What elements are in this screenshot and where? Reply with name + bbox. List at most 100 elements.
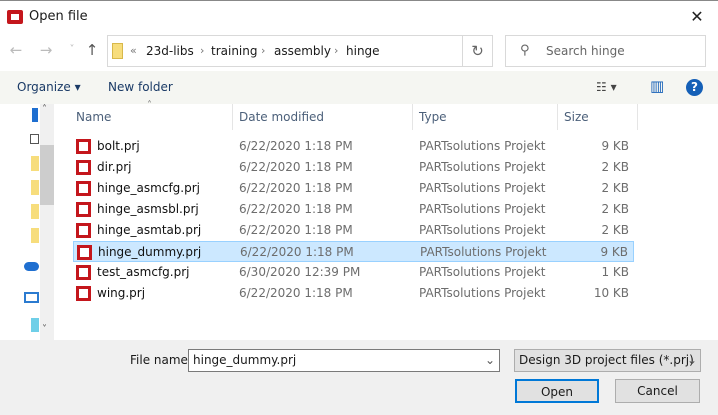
file-date: 6/22/2020 1:18 PM bbox=[239, 160, 353, 174]
footer: File name: hinge_dummy.prj ⌄ Design 3D p… bbox=[0, 340, 718, 415]
chevron-down-icon[interactable]: ⌄ bbox=[485, 353, 495, 367]
file-size: 2 KB bbox=[601, 223, 629, 237]
scrollbar-thumb[interactable] bbox=[40, 145, 54, 205]
folder-icon[interactable] bbox=[31, 156, 39, 171]
toolbar: Organize ▾ New folder ☷ ▾ ▥ ? bbox=[0, 71, 718, 104]
file-type-value: Design 3D project files (*.prj) bbox=[519, 353, 694, 367]
file-name-input[interactable]: hinge_dummy.prj ⌄ bbox=[188, 349, 500, 372]
onedrive-icon[interactable] bbox=[24, 262, 39, 271]
close-button[interactable]: ✕ bbox=[682, 5, 712, 29]
search-placeholder: Search hinge bbox=[546, 44, 625, 58]
file-name: hinge_asmsbl.prj bbox=[97, 202, 199, 216]
file-type: PARTsolutions Projekt bbox=[420, 245, 547, 259]
file-row[interactable]: wing.prj 6/22/2020 1:18 PM PARTsolutions… bbox=[73, 283, 634, 304]
file-size: 10 KB bbox=[593, 286, 629, 300]
file-date: 6/22/2020 1:18 PM bbox=[240, 245, 354, 259]
file-size: 9 KB bbox=[600, 245, 628, 259]
scroll-up-icon[interactable]: ˄ bbox=[42, 104, 47, 115]
recent-locations-button[interactable]: ˅ bbox=[62, 40, 82, 60]
column-divider[interactable] bbox=[412, 104, 413, 130]
prj-file-icon bbox=[76, 286, 91, 301]
file-date: 6/22/2020 1:18 PM bbox=[239, 139, 353, 153]
column-header-type[interactable]: Type bbox=[419, 110, 447, 124]
breadcrumb-separator[interactable]: › bbox=[200, 44, 204, 57]
file-name: hinge_asmcfg.prj bbox=[97, 181, 200, 195]
file-date: 6/22/2020 1:18 PM bbox=[239, 181, 353, 195]
file-row[interactable]: hinge_asmcfg.prj 6/22/2020 1:18 PM PARTs… bbox=[73, 178, 634, 199]
file-row[interactable]: test_asmcfg.prj 6/30/2020 12:39 PM PARTs… bbox=[73, 262, 634, 283]
prj-file-icon bbox=[76, 202, 91, 217]
help-button[interactable]: ? bbox=[686, 79, 703, 96]
file-name: test_asmcfg.prj bbox=[97, 265, 190, 279]
file-name: wing.prj bbox=[97, 286, 146, 300]
prj-file-icon bbox=[76, 223, 91, 238]
column-divider[interactable] bbox=[232, 104, 233, 130]
forward-button[interactable]: → bbox=[36, 40, 56, 60]
column-header-name[interactable]: Name bbox=[76, 110, 111, 124]
file-size: 9 KB bbox=[601, 139, 629, 153]
file-date: 6/22/2020 1:18 PM bbox=[239, 223, 353, 237]
address-bar[interactable]: « 23d-libs › training › assembly › hinge bbox=[107, 35, 463, 67]
column-divider[interactable] bbox=[557, 104, 558, 130]
file-name: hinge_dummy.prj bbox=[98, 245, 202, 259]
file-row[interactable]: hinge_dummy.prj 6/22/2020 1:18 PM PARTso… bbox=[73, 241, 634, 262]
breadcrumb-separator[interactable]: › bbox=[334, 44, 338, 57]
file-type: PARTsolutions Projekt bbox=[419, 139, 546, 153]
refresh-button[interactable]: ↻ bbox=[463, 35, 493, 67]
quick-access-icon[interactable] bbox=[32, 108, 38, 122]
file-type: PARTsolutions Projekt bbox=[419, 202, 546, 216]
this-pc-icon[interactable] bbox=[24, 292, 39, 303]
cancel-button[interactable]: Cancel bbox=[615, 379, 700, 403]
prj-file-icon bbox=[76, 139, 91, 154]
column-header-date[interactable]: Date modified bbox=[239, 110, 324, 124]
breadcrumb-hinge[interactable]: hinge bbox=[346, 44, 380, 58]
view-options-button[interactable]: ☷ ▾ bbox=[596, 80, 617, 94]
file-size: 2 KB bbox=[601, 202, 629, 216]
chevron-down-icon: ⌄ bbox=[687, 353, 698, 367]
picture-icon[interactable] bbox=[30, 134, 39, 144]
file-type: PARTsolutions Projekt bbox=[419, 181, 546, 195]
scroll-down-icon[interactable]: ˅ bbox=[42, 324, 47, 335]
search-input[interactable]: ⚲ Search hinge bbox=[505, 35, 706, 67]
file-row[interactable]: hinge_asmsbl.prj 6/22/2020 1:18 PM PARTs… bbox=[73, 199, 634, 220]
folder-icon bbox=[112, 43, 123, 59]
file-type: PARTsolutions Projekt bbox=[419, 265, 546, 279]
breadcrumb-training[interactable]: training bbox=[211, 44, 258, 58]
file-size: 2 KB bbox=[601, 160, 629, 174]
organize-button[interactable]: Organize ▾ bbox=[17, 80, 81, 94]
file-list: ˄ Name Date modified Type Size bolt.prj … bbox=[55, 100, 718, 340]
file-row[interactable]: dir.prj 6/22/2020 1:18 PM PARTsolutions … bbox=[73, 157, 634, 178]
file-date: 6/30/2020 12:39 PM bbox=[239, 265, 361, 279]
prj-file-icon bbox=[76, 265, 91, 280]
prj-file-icon bbox=[76, 181, 91, 196]
column-header-size[interactable]: Size bbox=[564, 110, 589, 124]
sort-ascending-icon: ˄ bbox=[147, 100, 152, 111]
preview-pane-button[interactable]: ▥ bbox=[650, 77, 664, 95]
file-name: dir.prj bbox=[97, 160, 132, 174]
breadcrumb-overflow[interactable]: « bbox=[130, 44, 137, 57]
navigation-scrollbar[interactable]: ˄ ˅ bbox=[40, 104, 54, 340]
folder-icon[interactable] bbox=[31, 228, 39, 243]
file-row[interactable]: bolt.prj 6/22/2020 1:18 PM PARTsolutions… bbox=[73, 136, 634, 157]
open-button[interactable]: Open bbox=[515, 379, 599, 403]
breadcrumb-separator[interactable]: › bbox=[261, 44, 265, 57]
file-name-value: hinge_dummy.prj bbox=[193, 353, 297, 367]
file-row[interactable]: hinge_asmtab.prj 6/22/2020 1:18 PM PARTs… bbox=[73, 220, 634, 241]
app-icon bbox=[7, 10, 23, 24]
breadcrumb-assembly[interactable]: assembly bbox=[274, 44, 331, 58]
file-type-select[interactable]: Design 3D project files (*.prj) ⌄ bbox=[514, 349, 701, 372]
file-type: PARTsolutions Projekt bbox=[419, 223, 546, 237]
search-icon: ⚲ bbox=[520, 43, 530, 58]
back-button[interactable]: ← bbox=[6, 40, 26, 60]
file-type: PARTsolutions Projekt bbox=[419, 160, 546, 174]
column-divider[interactable] bbox=[637, 104, 638, 130]
network-icon[interactable] bbox=[31, 318, 39, 332]
file-type: PARTsolutions Projekt bbox=[419, 286, 546, 300]
folder-icon[interactable] bbox=[31, 180, 39, 195]
breadcrumb-23d-libs[interactable]: 23d-libs bbox=[146, 44, 194, 58]
up-button[interactable]: ↑ bbox=[82, 40, 102, 60]
folder-icon[interactable] bbox=[31, 204, 39, 219]
new-folder-button[interactable]: New folder bbox=[108, 80, 173, 94]
file-date: 6/22/2020 1:18 PM bbox=[239, 286, 353, 300]
prj-file-icon bbox=[77, 245, 92, 260]
